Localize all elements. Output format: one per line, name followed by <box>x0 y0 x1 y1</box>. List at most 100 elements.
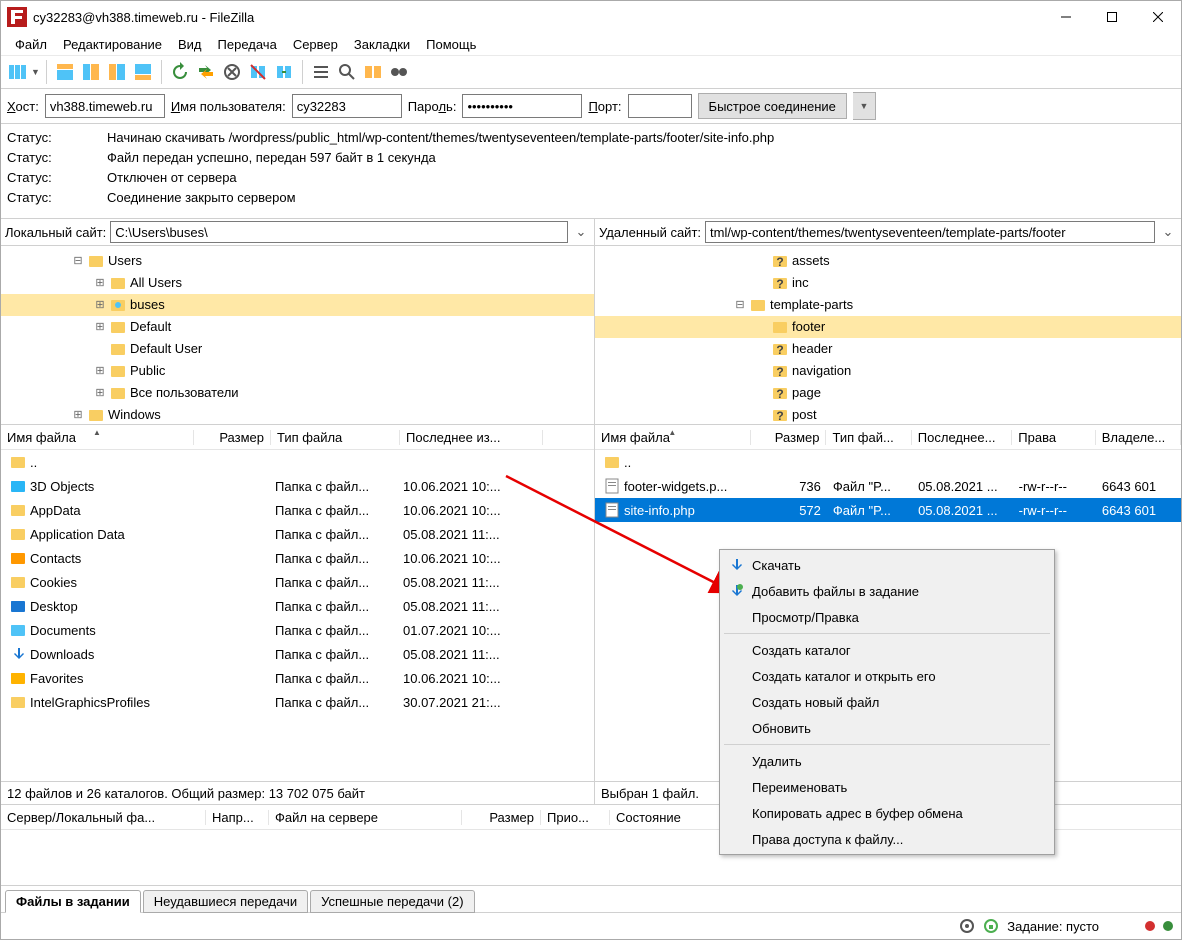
toggle-remotetree-button[interactable] <box>105 60 129 84</box>
tree-item[interactable]: ⊞Windows <box>1 404 594 425</box>
lock-icon[interactable] <box>983 918 999 934</box>
qcol-server[interactable]: Сервер/Локальный фа... <box>1 810 206 825</box>
remote-path-input[interactable] <box>705 221 1155 243</box>
expand-icon[interactable]: ⊞ <box>93 272 107 294</box>
chevron-down-icon[interactable]: ⌄ <box>572 224 590 240</box>
local-tree[interactable]: ⊟Users⊞All Users⊞buses⊞DefaultDefault Us… <box>1 246 594 425</box>
quickconnect-button[interactable]: Быстрое соединение <box>698 93 847 119</box>
expand-icon[interactable]: ⊞ <box>93 360 107 382</box>
gear-icon[interactable] <box>959 918 975 934</box>
search-button[interactable] <box>335 60 359 84</box>
menu-server[interactable]: Сервер <box>285 35 346 54</box>
qcol-dir[interactable]: Напр... <box>206 810 269 825</box>
tree-item[interactable]: footer <box>595 316 1181 338</box>
tree-item[interactable]: ?assets <box>595 250 1181 272</box>
cancel-button[interactable] <box>220 60 244 84</box>
toggle-localtree-button[interactable] <box>79 60 103 84</box>
host-input[interactable] <box>45 94 165 118</box>
list-row[interactable]: 3D ObjectsПапка с файл...10.06.2021 10:.… <box>1 474 594 498</box>
compare-button[interactable] <box>361 60 385 84</box>
tree-item[interactable]: ⊞All Users <box>1 272 594 294</box>
pass-input[interactable] <box>462 94 582 118</box>
tree-item[interactable]: ?header <box>595 338 1181 360</box>
close-button[interactable] <box>1135 2 1181 32</box>
refresh-button[interactable] <box>168 60 192 84</box>
menu-item[interactable]: Добавить файлы в задание <box>722 578 1052 604</box>
toggle-queue-button[interactable] <box>131 60 155 84</box>
tab-queued[interactable]: Файлы в задании <box>5 890 141 913</box>
menu-item[interactable]: Скачать <box>722 552 1052 578</box>
list-row[interactable]: DownloadsПапка с файл...05.08.2021 11:..… <box>1 642 594 666</box>
menu-transfer[interactable]: Передача <box>210 35 285 54</box>
expand-icon[interactable]: ⊞ <box>93 382 107 404</box>
list-row[interactable]: AppDataПапка с файл...10.06.2021 10:... <box>1 498 594 522</box>
list-row[interactable]: IntelGraphicsProfilesПапка с файл...30.0… <box>1 690 594 714</box>
sitemanager-button[interactable] <box>5 60 29 84</box>
col-owner[interactable]: Владеле... <box>1096 430 1181 445</box>
tree-item[interactable]: ⊞Default <box>1 316 594 338</box>
quickconnect-dropdown[interactable]: ▼ <box>853 92 876 120</box>
col-type[interactable]: Тип фай... <box>826 430 911 445</box>
menu-item[interactable]: Удалить <box>722 748 1052 774</box>
list-row[interactable]: Application DataПапка с файл...05.08.202… <box>1 522 594 546</box>
tree-item[interactable]: ?page <box>595 382 1181 404</box>
expand-icon[interactable]: ⊞ <box>93 294 107 316</box>
col-name[interactable]: ▲Имя файла <box>1 430 194 445</box>
qcol-prio[interactable]: Прио... <box>541 810 610 825</box>
expand-icon[interactable]: ⊞ <box>93 316 107 338</box>
port-input[interactable] <box>628 94 692 118</box>
remote-tree[interactable]: ?assets?inc⊟template-partsfooter?header?… <box>595 246 1181 425</box>
tab-failed[interactable]: Неудавшиеся передачи <box>143 890 308 913</box>
list-row[interactable]: .. <box>1 450 594 474</box>
user-input[interactable] <box>292 94 402 118</box>
list-row[interactable]: footer-widgets.p...736Файл "P...05.08.20… <box>595 474 1181 498</box>
tree-item[interactable]: ?post <box>595 404 1181 425</box>
expand-icon[interactable]: ⊟ <box>733 294 747 316</box>
menu-item[interactable]: Переименовать <box>722 774 1052 800</box>
list-row[interactable]: CookiesПапка с файл...05.08.2021 11:... <box>1 570 594 594</box>
list-row[interactable]: DocumentsПапка с файл...01.07.2021 10:..… <box>1 618 594 642</box>
menu-edit[interactable]: Редактирование <box>55 35 170 54</box>
process-queue-button[interactable] <box>194 60 218 84</box>
menu-bookmarks[interactable]: Закладки <box>346 35 418 54</box>
list-row[interactable]: .. <box>595 450 1181 474</box>
col-mod[interactable]: Последнее из... <box>400 430 543 445</box>
list-row[interactable]: site-info.php572Файл "P...05.08.2021 ...… <box>595 498 1181 522</box>
tree-item[interactable]: ⊞buses <box>1 294 594 316</box>
tab-success[interactable]: Успешные передачи (2) <box>310 890 474 913</box>
col-type[interactable]: Тип файла <box>271 430 400 445</box>
menu-file[interactable]: Файл <box>7 35 55 54</box>
list-row[interactable]: DesktopПапка с файл...05.08.2021 11:... <box>1 594 594 618</box>
expand-icon[interactable]: ⊟ <box>71 250 85 272</box>
sync-browse-button[interactable] <box>387 60 411 84</box>
list-row[interactable]: FavoritesПапка с файл...10.06.2021 10:..… <box>1 666 594 690</box>
tree-item[interactable]: ⊞Public <box>1 360 594 382</box>
menu-item[interactable]: Создать новый файл <box>722 689 1052 715</box>
menu-item[interactable]: Права доступа к файлу... <box>722 826 1052 852</box>
menu-item[interactable]: Просмотр/Правка <box>722 604 1052 630</box>
message-log[interactable]: Статус:Начинаю скачивать /wordpress/publ… <box>1 124 1181 219</box>
disconnect-button[interactable] <box>246 60 270 84</box>
tree-item[interactable]: ⊟template-parts <box>595 294 1181 316</box>
filter-button[interactable] <box>309 60 333 84</box>
local-path-input[interactable] <box>110 221 568 243</box>
menu-item[interactable]: Создать каталог и открыть его <box>722 663 1052 689</box>
tree-item[interactable]: ⊞Все пользователи <box>1 382 594 404</box>
menu-help[interactable]: Помощь <box>418 35 484 54</box>
menu-item[interactable]: Создать каталог <box>722 637 1052 663</box>
menu-item[interactable]: Обновить <box>722 715 1052 741</box>
list-row[interactable]: ContactsПапка с файл...10.06.2021 10:... <box>1 546 594 570</box>
col-perm[interactable]: Права <box>1012 430 1095 445</box>
minimize-button[interactable] <box>1043 2 1089 32</box>
menu-view[interactable]: Вид <box>170 35 210 54</box>
col-name[interactable]: ▲Имя файла <box>595 430 751 445</box>
tree-item[interactable]: ?inc <box>595 272 1181 294</box>
col-size[interactable]: Размер <box>751 430 827 445</box>
qcol-remote[interactable]: Файл на сервере <box>269 810 462 825</box>
menu-item[interactable]: Копировать адрес в буфер обмена <box>722 800 1052 826</box>
local-file-list[interactable]: ▲Имя файла Размер Тип файла Последнее из… <box>1 425 594 781</box>
col-size[interactable]: Размер <box>194 430 271 445</box>
reconnect-button[interactable] <box>272 60 296 84</box>
toggle-log-button[interactable] <box>53 60 77 84</box>
qcol-size[interactable]: Размер <box>462 810 541 825</box>
